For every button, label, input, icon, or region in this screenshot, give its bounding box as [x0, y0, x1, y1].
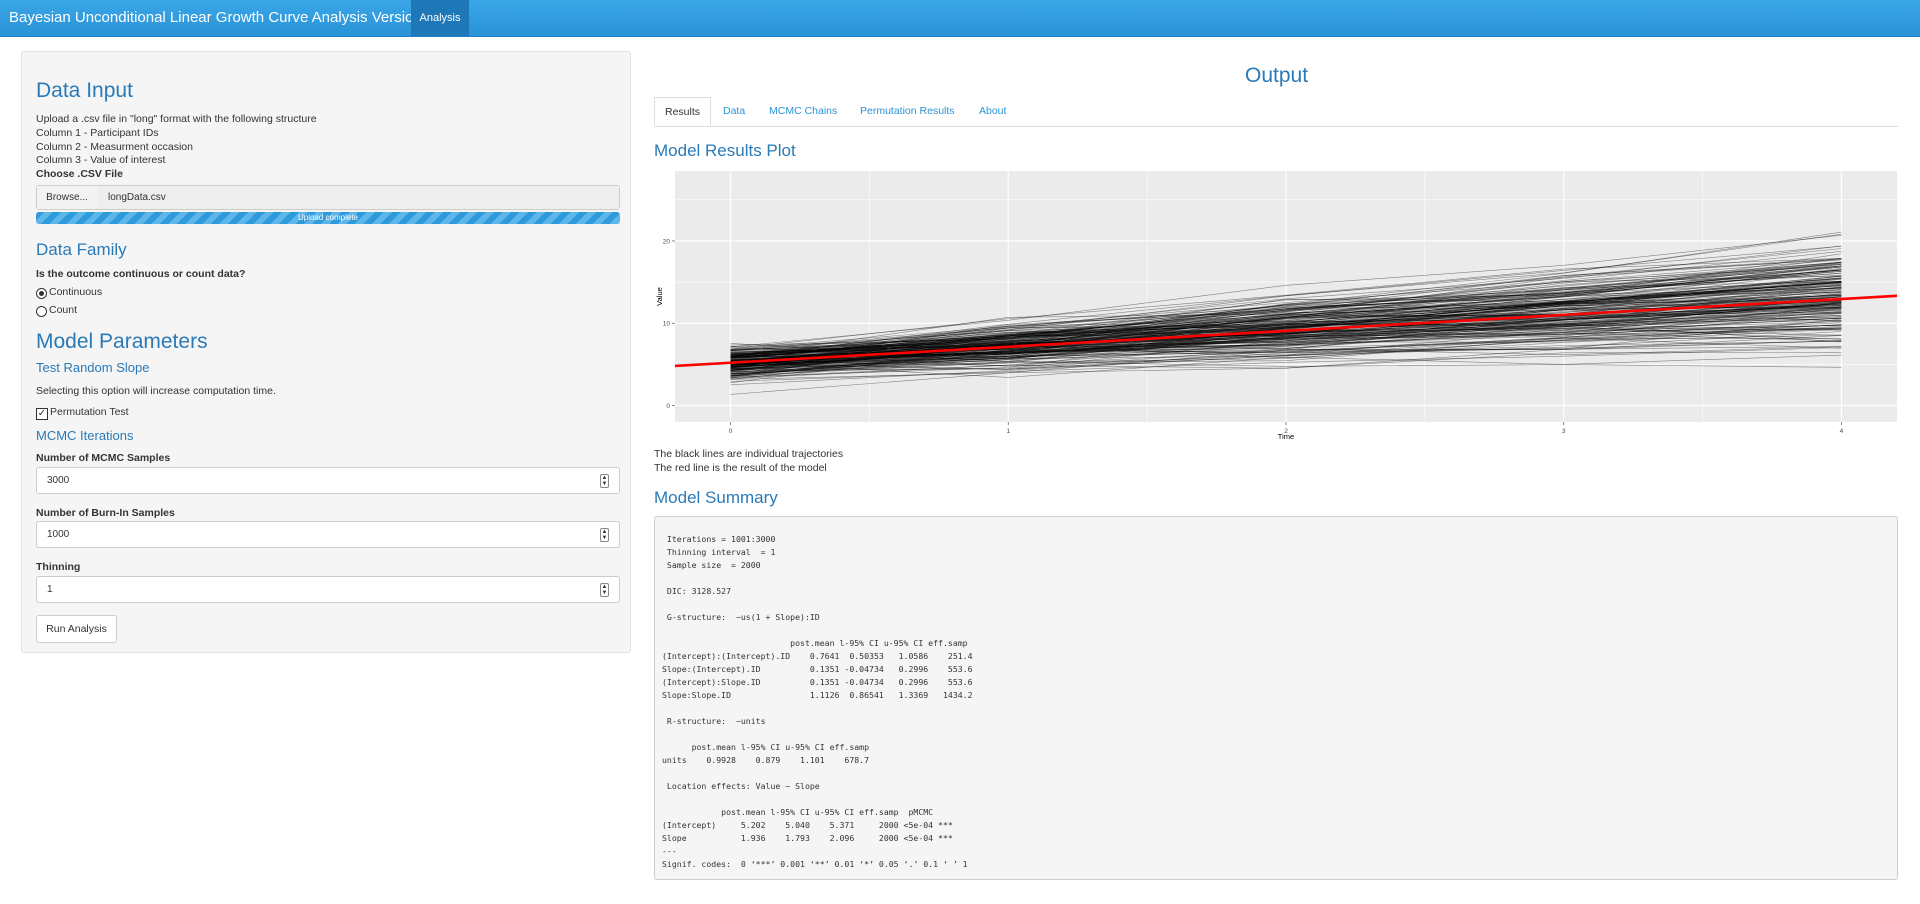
- thinning-value: 1: [47, 584, 53, 595]
- file-upload-control: Browse... longData.csv: [36, 185, 620, 210]
- upload-progress-bar: Upload complete: [36, 212, 620, 224]
- tab-about[interactable]: About: [979, 97, 1006, 126]
- x-tick-label: 3: [1562, 428, 1566, 435]
- model-summary-text: Iterations = 1001:3000 Thinning interval…: [662, 534, 973, 869]
- burnin-input[interactable]: 1000 ▲ ▼: [36, 521, 620, 548]
- burnin-label: Number of Burn-In Samples: [36, 507, 175, 519]
- run-analysis-button[interactable]: Run Analysis: [36, 615, 117, 643]
- browse-button[interactable]: Browse...: [37, 186, 98, 209]
- choose-file-label: Choose .CSV File: [36, 168, 123, 180]
- model-parameters-heading: Model Parameters: [36, 330, 208, 353]
- permutation-label[interactable]: Permutation Test: [50, 406, 129, 418]
- burnin-value: 1000: [47, 529, 70, 540]
- radio-continuous-label[interactable]: Continuous: [49, 286, 102, 298]
- upload-instructions: Upload a .csv file in "long" format with…: [36, 113, 317, 125]
- spinner-icon[interactable]: ▲ ▼: [600, 528, 609, 542]
- x-tick-label: 4: [1840, 428, 1844, 435]
- y-tick-label: 20: [663, 238, 671, 245]
- nav-tab-analysis[interactable]: Analysis: [411, 0, 469, 36]
- radio-count[interactable]: [36, 306, 47, 317]
- mcmc-samples-input[interactable]: 3000 ▲ ▼: [36, 467, 620, 494]
- spinner-icon[interactable]: ▲ ▼: [600, 583, 609, 597]
- radio-continuous[interactable]: [36, 288, 47, 299]
- spinner-icon[interactable]: ▲ ▼: [600, 474, 609, 488]
- thinning-label: Thinning: [36, 561, 81, 573]
- thinning-input[interactable]: 1 ▲ ▼: [36, 576, 620, 603]
- output-heading: Output: [1245, 64, 1309, 87]
- mcmc-samples-value: 3000: [47, 475, 70, 486]
- data-input-heading: Data Input: [36, 79, 133, 102]
- file-name-field[interactable]: longData.csv: [97, 186, 619, 209]
- y-tick-label: 10: [663, 321, 671, 328]
- column-3-desc: Column 3 - Value of interest: [36, 154, 166, 166]
- x-tick-label: 0: [729, 428, 733, 435]
- plot-caption-black-lines: The black lines are individual trajector…: [654, 448, 844, 460]
- tab-results[interactable]: Results: [654, 97, 712, 126]
- y-axis-label: Value: [655, 287, 664, 306]
- mcmc-samples-label: Number of MCMC Samples: [36, 452, 171, 464]
- plot-caption-red-line: The red line is the result of the model: [654, 462, 827, 474]
- column-2-desc: Column 2 - Measurment occasion: [36, 141, 193, 153]
- permutation-checkbox[interactable]: ✓: [36, 408, 48, 420]
- output-tabs: Results Data MCMC Chains Permutation Res…: [654, 97, 1898, 127]
- data-family-heading: Data Family: [36, 240, 127, 259]
- tab-permutation-results[interactable]: Permutation Results: [860, 97, 955, 126]
- summary-heading: Model Summary: [654, 488, 778, 507]
- random-slope-note: Selecting this option will increase comp…: [36, 385, 276, 397]
- mcmc-iterations-heading: MCMC Iterations: [36, 428, 134, 443]
- top-navbar: Bayesian Unconditional Linear Growth Cur…: [0, 0, 1920, 37]
- app-title[interactable]: Bayesian Unconditional Linear Growth Cur…: [9, 0, 459, 36]
- sidebar-panel: Data Input Upload a .csv file in "long" …: [21, 51, 631, 653]
- x-axis-label: Time: [1278, 432, 1294, 441]
- column-1-desc: Column 1 - Participant IDs: [36, 127, 159, 139]
- model-results-plot: 0 1 2 3 401020TimeValue: [655, 171, 1898, 441]
- tab-data[interactable]: Data: [723, 97, 745, 126]
- family-question: Is the outcome continuous or count data?: [36, 268, 246, 280]
- model-summary-box: Iterations = 1001:3000 Thinning interval…: [654, 516, 1898, 880]
- random-slope-heading: Test Random Slope: [36, 360, 150, 375]
- plot-heading: Model Results Plot: [654, 141, 796, 160]
- tab-mcmc-chains[interactable]: MCMC Chains: [769, 97, 837, 126]
- radio-count-label[interactable]: Count: [49, 304, 77, 316]
- y-tick-label: 0: [666, 403, 670, 410]
- x-tick-label: 1: [1006, 428, 1010, 435]
